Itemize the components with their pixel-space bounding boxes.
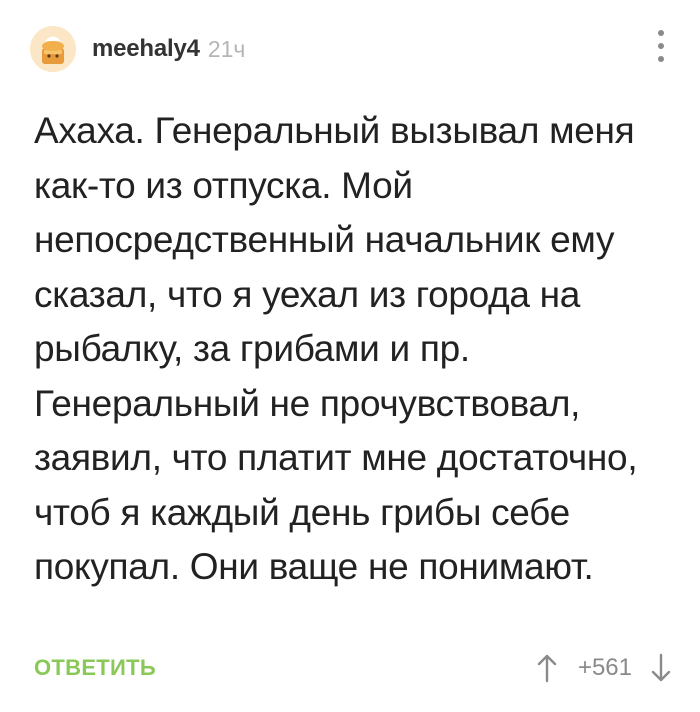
more-options-icon[interactable] xyxy=(656,30,666,62)
comment-card: meehaly4 21ч Ахаха. Генеральный вызывал … xyxy=(0,0,700,712)
comment-text: Ахаха. Генеральный вызывал меня как-то и… xyxy=(34,110,638,587)
comment-header: meehaly4 21ч xyxy=(30,26,245,72)
vote-controls: +561 xyxy=(536,653,672,683)
menu-dot xyxy=(658,43,664,49)
arrow-down-icon[interactable] xyxy=(650,653,672,683)
avatar-image xyxy=(30,26,76,72)
username[interactable]: meehaly4 xyxy=(92,35,200,63)
menu-dot xyxy=(658,30,664,36)
timestamp: 21ч xyxy=(207,35,246,62)
menu-dot xyxy=(658,56,664,62)
comment-footer: ОТВЕТИТЬ +561 xyxy=(34,648,672,688)
arrow-up-icon[interactable] xyxy=(536,653,558,683)
reply-button[interactable]: ОТВЕТИТЬ xyxy=(34,655,156,681)
avatar[interactable] xyxy=(30,26,76,72)
rating-score: +561 xyxy=(577,654,632,681)
